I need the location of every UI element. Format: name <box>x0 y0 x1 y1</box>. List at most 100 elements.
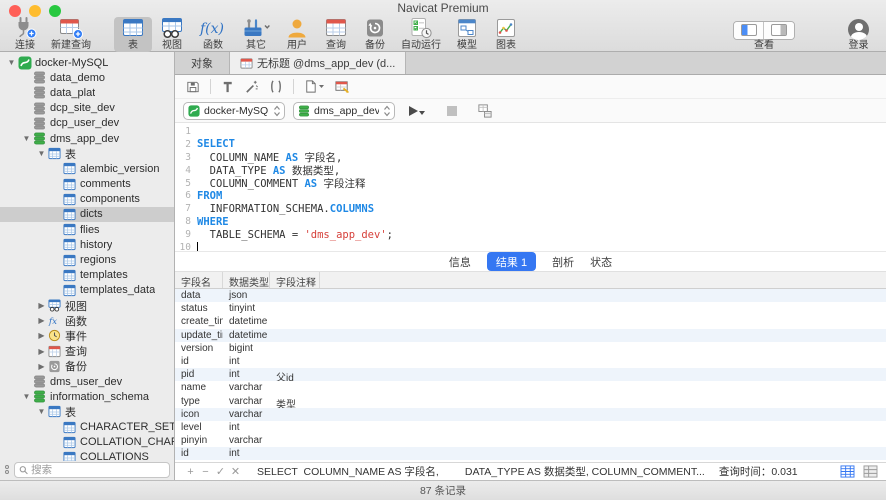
disclosure-triangle-icon[interactable]: ▶ <box>36 316 47 325</box>
toolbar-item-others[interactable]: 其它 <box>235 17 277 52</box>
disclosure-triangle-icon[interactable]: ▼ <box>6 58 17 67</box>
search-field[interactable] <box>14 462 170 478</box>
tree-item[interactable]: dicts <box>0 207 174 222</box>
tree-item[interactable]: templates_data <box>0 283 174 298</box>
toolbar-item-backup[interactable]: 备份 <box>356 17 394 52</box>
table-row[interactable]: levelint <box>175 421 886 434</box>
tree-item[interactable]: ▼information_schema <box>0 389 174 404</box>
toolbar-item-new-query[interactable]: 新建查询 <box>45 17 97 52</box>
login-button[interactable]: 登录 <box>842 17 875 52</box>
tree-item[interactable]: flies <box>0 222 174 237</box>
table-row[interactable]: namevarchar <box>175 381 886 394</box>
table-row[interactable]: pinyinvarchar <box>175 434 886 447</box>
database-select[interactable]: dms_app_dev <box>293 102 395 120</box>
tab-objects[interactable]: 对象 <box>175 52 230 74</box>
table-row[interactable]: idint <box>175 447 886 460</box>
form-view-button[interactable] <box>863 465 878 478</box>
disclosure-triangle-icon[interactable]: ▼ <box>36 407 47 416</box>
tab-query[interactable]: 无标题 @dms_app_dev (d... <box>230 52 406 74</box>
tree-item[interactable]: components <box>0 192 174 207</box>
disclosure-triangle-icon[interactable]: ▶ <box>36 347 47 356</box>
tree-item[interactable]: COLLATION_CHARAC... <box>0 435 174 450</box>
toolbar-item-table[interactable]: 表 <box>114 17 152 52</box>
connection-select[interactable]: docker-MySQL <box>183 102 285 120</box>
tree-item[interactable]: ▼表 <box>0 404 174 419</box>
tree-item[interactable]: ▶备份 <box>0 359 174 374</box>
toolbar-item-function[interactable]: f(x)函数 <box>192 17 234 52</box>
table-row[interactable]: iconvarchar <box>175 408 886 421</box>
tree-item[interactable]: history <box>0 237 174 252</box>
tree-item[interactable]: templates <box>0 268 174 283</box>
column-header[interactable]: 字段名 <box>175 272 223 288</box>
line-number: 2 <box>175 139 197 150</box>
apply-icon[interactable]: ✓ <box>213 465 228 478</box>
toolbar-item-chart[interactable]: 图表 <box>487 17 525 52</box>
disclosure-triangle-icon[interactable]: ▼ <box>21 134 32 143</box>
tree-item[interactable]: comments <box>0 177 174 192</box>
tab-status[interactable]: 状态 <box>590 254 612 270</box>
tree-item[interactable]: ▼docker-MySQL <box>0 55 174 70</box>
tree-item[interactable]: data_demo <box>0 70 174 85</box>
disclosure-triangle-icon[interactable]: ▼ <box>36 149 47 158</box>
connections-filter-icon[interactable] <box>3 465 11 475</box>
table-row[interactable]: statustinyint <box>175 302 886 315</box>
tree-item[interactable]: ▼dms_app_dev <box>0 131 174 146</box>
tree-item[interactable]: dms_user_dev <box>0 374 174 389</box>
toolbar-item-view[interactable]: 视图 <box>153 17 191 52</box>
delete-record-icon[interactable]: − <box>198 466 213 478</box>
sql-editor[interactable]: 12SELECT3 COLUMN_NAME AS 字段名,4 DATA_TYPE… <box>175 123 886 252</box>
search-input[interactable] <box>31 464 165 476</box>
stop-button[interactable] <box>447 106 457 116</box>
tree-item[interactable]: alembic_version <box>0 161 174 176</box>
column-header[interactable]: 字段注释 <box>270 272 320 288</box>
export-result-button[interactable] <box>303 79 325 94</box>
toolbar-item-automation[interactable]: 自动运行 <box>395 17 447 52</box>
show-sidebar-icon[interactable] <box>734 22 764 39</box>
table-row[interactable]: pidint父id <box>175 368 886 381</box>
table-row[interactable]: update_timedatetime <box>175 329 886 342</box>
disclosure-triangle-icon[interactable]: ▶ <box>36 301 47 310</box>
close-window-icon[interactable] <box>9 5 21 17</box>
toolbar-item-plug[interactable]: 连接 <box>6 17 44 52</box>
query-builder-button[interactable] <box>220 79 235 94</box>
zoom-window-icon[interactable] <box>49 5 61 17</box>
tab-profile[interactable]: 剖析 <box>552 254 574 270</box>
beautify-sql-button[interactable] <box>244 79 259 94</box>
grid-view-button[interactable] <box>840 465 855 478</box>
tree-item[interactable]: ▶视图 <box>0 298 174 313</box>
tab-result-1[interactable]: 结果 1 <box>487 252 536 271</box>
explain-button[interactable] <box>334 79 351 95</box>
add-record-icon[interactable]: + <box>183 466 198 478</box>
tab-info[interactable]: 信息 <box>449 254 471 270</box>
tree-item[interactable]: regions <box>0 252 174 267</box>
table-row[interactable]: datajson <box>175 289 886 302</box>
disclosure-triangle-icon[interactable]: ▶ <box>36 362 47 371</box>
explain-query-button[interactable] <box>477 103 493 119</box>
tree-item[interactable]: dcp_site_dev <box>0 101 174 116</box>
toolbar-item-user[interactable]: 用户 <box>278 17 316 52</box>
tree-item[interactable]: ▶fx函数 <box>0 313 174 328</box>
tree-item[interactable]: CHARACTER_SETS <box>0 420 174 435</box>
toolbar-item-label: 备份 <box>365 40 385 51</box>
run-button[interactable] <box>409 106 425 116</box>
disclosure-triangle-icon[interactable]: ▼ <box>21 392 32 401</box>
tree-item[interactable]: ▼表 <box>0 146 174 161</box>
toolbar-item-model[interactable]: 模型 <box>448 17 486 52</box>
column-header[interactable]: 数据类型 <box>223 272 270 288</box>
tree-item[interactable]: ▶查询 <box>0 344 174 359</box>
show-info-pane-icon[interactable] <box>764 22 794 39</box>
minimize-window-icon[interactable] <box>29 5 41 17</box>
table-row[interactable]: idint <box>175 355 886 368</box>
table-row[interactable]: typevarchar类型 <box>175 395 886 408</box>
tree-item[interactable]: dcp_user_dev <box>0 116 174 131</box>
table-row[interactable]: create_timedatetime <box>175 315 886 328</box>
tree-item[interactable]: ▶事件 <box>0 328 174 343</box>
save-button[interactable] <box>185 79 201 95</box>
code-snippet-button[interactable] <box>268 79 284 94</box>
tree-item[interactable]: data_plat <box>0 85 174 100</box>
disclosure-triangle-icon[interactable]: ▶ <box>36 331 47 340</box>
toolbar-item-query[interactable]: 查询 <box>317 17 355 52</box>
discard-icon[interactable]: ✕ <box>228 465 243 478</box>
tree-item[interactable]: COLLATIONS <box>0 450 174 461</box>
table-row[interactable]: versionbigint <box>175 342 886 355</box>
